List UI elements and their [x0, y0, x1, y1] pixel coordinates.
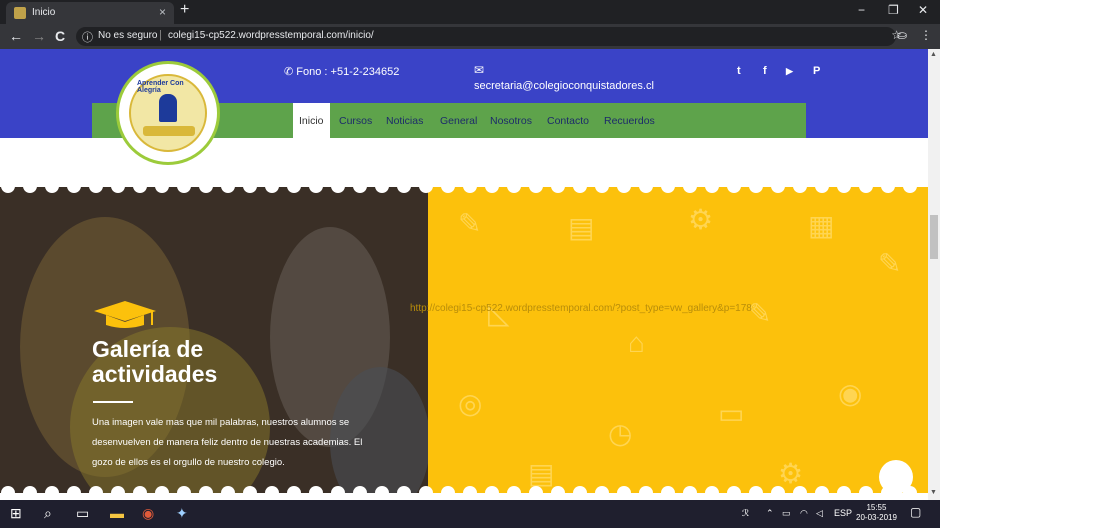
minimize-button[interactable]: −	[858, 3, 865, 17]
browser-toolbar: ← → C ⓘ No es seguro | colegi15-cp522.wo…	[0, 24, 940, 49]
pencil-icon: ✎	[458, 208, 482, 239]
nav-item-cursos[interactable]: Cursos	[339, 115, 372, 127]
mail-icon: ✉	[474, 63, 485, 77]
close-window-button[interactable]: ✕	[918, 3, 928, 17]
url-text[interactable]: colegi15-cp522.wordpresstemporal.com/ini…	[168, 30, 374, 41]
address-bar[interactable]: ⓘ No es seguro | colegi15-cp522.wordpres…	[76, 27, 902, 46]
page-scrollbar[interactable]: ▲ ▼	[928, 49, 940, 500]
maximize-button[interactable]: ❐	[888, 3, 899, 17]
graduation-cap-icon: ⌂	[628, 327, 645, 358]
windows-taskbar: ⊞ ⌕ ▭ ▬ ◉ ✦ ℛ ⌃ ▭ ◠ ◁ ESP 15:55 20-03-20…	[0, 500, 940, 528]
calculator-icon: ▦	[808, 210, 835, 241]
nav-item-general[interactable]: General	[440, 115, 477, 127]
menu-dots-icon[interactable]: ⋮	[920, 28, 932, 42]
chrome-icon[interactable]: ◉	[142, 505, 154, 522]
clock-icon: ◷	[608, 418, 633, 449]
search-icon[interactable]: ⌕	[44, 505, 52, 522]
pinterest-icon[interactable]: P	[813, 65, 820, 77]
scallop-border-bottom	[0, 486, 928, 500]
gallery-pattern-panel: ✎ ▤ ⚙ ▦ ✎ ◺ ⌂ ✎ ◎ ◷ ▭ ◉ ▤ ⚙	[428, 187, 928, 500]
scroll-down-icon[interactable]: ▼	[930, 489, 937, 496]
site-favicon-icon	[14, 7, 26, 19]
phone-icon: ✆	[284, 66, 294, 78]
tray-chevron-icon[interactable]: ⌃	[766, 508, 774, 519]
blank-margin	[940, 0, 1100, 528]
logo-motto: Aprender Con Alegría	[137, 80, 184, 94]
new-tab-button[interactable]: +	[180, 1, 189, 19]
windows-start-icon[interactable]: ⊞	[10, 505, 22, 522]
page-viewport: ✆ Fono : +51-2-234652 ✉ secretaria@coleg…	[0, 49, 928, 500]
gallery-link[interactable]: http://colegi15-cp522.wordpresstemporal.…	[410, 303, 752, 314]
twitter-icon[interactable]: t	[737, 65, 741, 77]
scrollbar-thumb[interactable]	[930, 215, 938, 259]
email-link[interactable]: secretaria@colegioconquistadores.cl	[474, 80, 654, 92]
tab-close-icon[interactable]: ×	[159, 5, 166, 19]
scroll-to-top-button[interactable]	[879, 460, 913, 494]
school-logo[interactable]: Aprender Con Alegría	[116, 61, 220, 165]
task-view-icon[interactable]: ▭	[76, 505, 89, 522]
nav-item-nosotros[interactable]: Nosotros	[490, 115, 532, 127]
notifications-icon[interactable]: ▢	[910, 505, 921, 519]
volume-icon[interactable]: ◁	[816, 508, 823, 519]
nav-item-inicio[interactable]: Inicio	[293, 103, 330, 138]
security-status: No es seguro	[98, 30, 158, 41]
title-divider	[93, 401, 133, 403]
reload-button[interactable]: C	[55, 28, 65, 44]
logo-figure	[159, 94, 177, 122]
input-language[interactable]: ESP	[834, 508, 852, 518]
gear-icon: ⚙	[688, 204, 714, 235]
document-icon: ▭	[718, 398, 745, 429]
people-icon[interactable]: ℛ	[742, 508, 749, 519]
browser-tab-bar: Inicio × + − ❐ ✕	[0, 0, 940, 24]
facebook-icon[interactable]: f	[763, 65, 767, 77]
pencil-icon: ✎	[878, 248, 902, 279]
gallery-title-line1: Galería de	[92, 336, 204, 362]
system-clock[interactable]: 15:55 20-03-2019	[856, 503, 897, 523]
youtube-icon[interactable]: ▶	[786, 66, 793, 77]
scroll-up-icon[interactable]: ▲	[930, 51, 937, 58]
browser-tab[interactable]: Inicio ×	[6, 2, 174, 24]
gallery-title: Galería de actividades	[92, 337, 292, 387]
url-separator: |	[159, 29, 162, 41]
network-icon[interactable]: ◠	[800, 508, 808, 519]
nav-item-contacto[interactable]: Contacto	[547, 115, 589, 127]
file-explorer-icon[interactable]: ▬	[110, 505, 124, 521]
clock-time: 15:55	[866, 503, 887, 512]
phone-text: Fono : +51-2-234652	[296, 66, 400, 78]
extension-icon[interactable]: ⛀	[897, 28, 907, 42]
phone-info: ✆ Fono : +51-2-234652	[284, 65, 399, 78]
forward-button[interactable]: →	[32, 28, 46, 44]
info-icon[interactable]: ⓘ	[82, 29, 93, 45]
book-icon: ▤	[568, 212, 595, 243]
back-button[interactable]: ←	[9, 28, 23, 44]
logo-emblem: Aprender Con Alegría	[129, 74, 207, 152]
scallop-border-top	[0, 179, 928, 193]
gallery-description: Una imagen vale mas que mil palabras, nu…	[92, 417, 363, 468]
gallery-title-line2: actividades	[92, 361, 218, 387]
nav-item-noticias[interactable]: Noticias	[386, 115, 423, 127]
lightbulb-icon: ◎	[458, 388, 483, 419]
bear-icon: ◉	[838, 378, 863, 409]
app-icon[interactable]: ✦	[176, 505, 188, 522]
battery-icon[interactable]: ▭	[782, 508, 791, 519]
graduation-cap-icon	[94, 301, 156, 328]
nav-item-recuerdos[interactable]: Recuerdos	[604, 115, 655, 127]
clock-date: 20-03-2019	[856, 513, 897, 522]
tab-title: Inicio	[32, 7, 56, 18]
logo-ribbon	[143, 126, 195, 136]
